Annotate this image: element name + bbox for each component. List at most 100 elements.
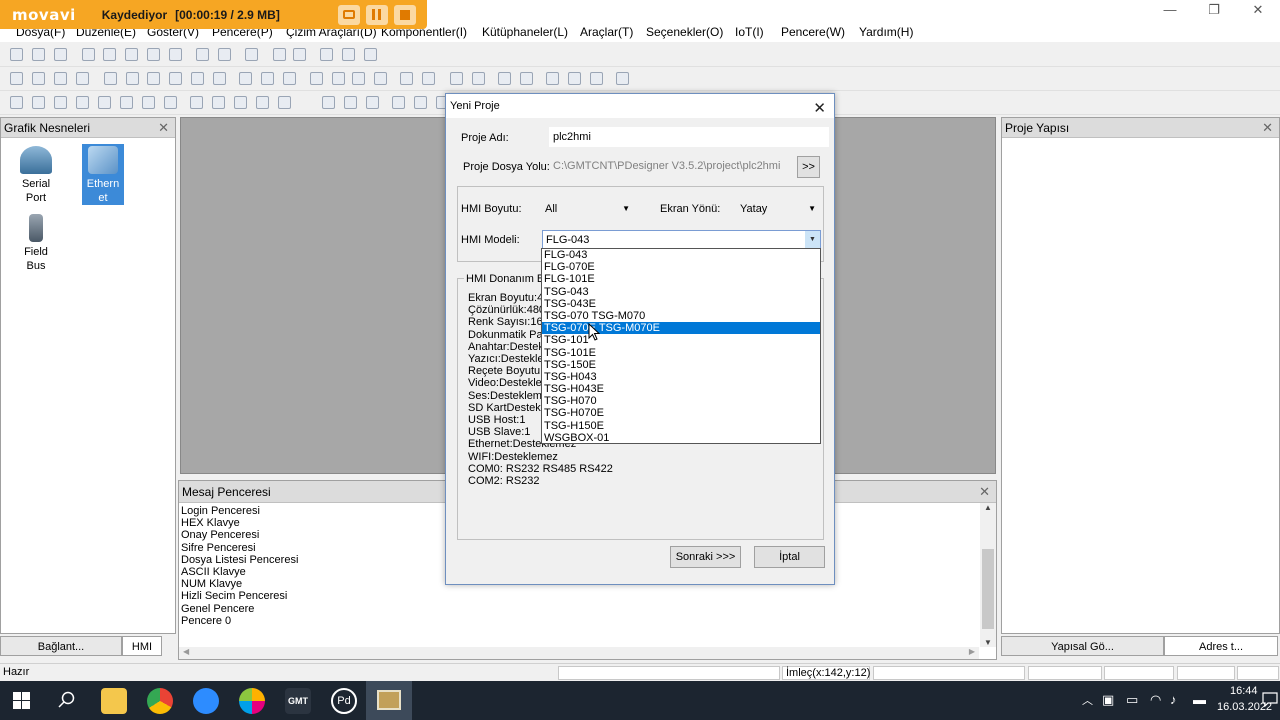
- menu-secenekler[interactable]: Seçenekler(O): [646, 25, 723, 39]
- dropdown-option[interactable]: TSG-043: [542, 286, 820, 298]
- toolbar-icon[interactable]: [82, 48, 95, 61]
- toolbar-icon[interactable]: [54, 72, 67, 85]
- toolbar-icon[interactable]: [234, 96, 247, 109]
- toolbar-icon[interactable]: [310, 72, 323, 85]
- toolbar-icon[interactable]: [392, 96, 405, 109]
- toolbar-icon[interactable]: [104, 72, 117, 85]
- pdesigner-icon[interactable]: Pd: [331, 688, 357, 714]
- gmt-app-icon[interactable]: GMT: [285, 688, 311, 714]
- browse-button[interactable]: >>: [797, 156, 820, 178]
- toolbar-icon[interactable]: [239, 72, 252, 85]
- toolbar-icon[interactable]: [256, 96, 269, 109]
- toolbar-icon[interactable]: [120, 96, 133, 109]
- battery-icon[interactable]: ▭: [1126, 692, 1138, 708]
- recorder-stop-button[interactable]: [393, 4, 416, 25]
- hmi-size-select[interactable]: All ▼: [542, 199, 634, 219]
- tab-hmi[interactable]: HMI: [122, 636, 162, 656]
- toolbar-icon[interactable]: [366, 96, 379, 109]
- menu-kutuphaneler[interactable]: Kütüphaneler(L): [482, 25, 568, 39]
- menu-yardim[interactable]: Yardım(H): [859, 25, 913, 39]
- dropdown-option[interactable]: FLG-043: [542, 249, 820, 261]
- recorder-pause-button[interactable]: [365, 4, 388, 25]
- dropdown-option[interactable]: TSG-043E: [542, 298, 820, 310]
- toolbar-icon[interactable]: [278, 96, 291, 109]
- toolbar-icon[interactable]: [590, 72, 603, 85]
- toolbar-icon[interactable]: [364, 48, 377, 61]
- toolbar-icon[interactable]: [169, 72, 182, 85]
- toolbar-icon[interactable]: [322, 96, 335, 109]
- toolbar-icon[interactable]: [283, 72, 296, 85]
- toolbar-icon[interactable]: [147, 48, 160, 61]
- dialog-close-button[interactable]: ✕: [813, 97, 826, 121]
- toolbar-icon[interactable]: [76, 72, 89, 85]
- toolbar-icon[interactable]: [520, 72, 533, 85]
- next-button[interactable]: Sonraki >>>: [670, 546, 741, 568]
- toolbar-icon[interactable]: [10, 48, 23, 61]
- toolbar-icon[interactable]: [125, 48, 138, 61]
- toolbar-icon[interactable]: [261, 72, 274, 85]
- volume-icon[interactable]: ♪: [1170, 692, 1177, 707]
- toolbar-icon[interactable]: [245, 48, 258, 61]
- horizontal-scrollbar[interactable]: ◀ ▶: [179, 647, 979, 659]
- dropdown-option[interactable]: FLG-070E: [542, 261, 820, 273]
- toolbar-icon[interactable]: [352, 72, 365, 85]
- toolbar-icon[interactable]: [400, 72, 413, 85]
- close-icon[interactable]: ✕: [979, 481, 990, 503]
- toolbar-icon[interactable]: [98, 96, 111, 109]
- hmi-model-select[interactable]: FLG-043 ▼: [542, 230, 821, 250]
- toolbar-icon[interactable]: [213, 72, 226, 85]
- toolbar-icon[interactable]: [273, 48, 286, 61]
- minimize-button[interactable]: —: [1148, 0, 1192, 22]
- tab-adres-tablosu[interactable]: Adres t...: [1164, 636, 1278, 656]
- toolbar-icon[interactable]: [54, 48, 67, 61]
- toolbar-icon[interactable]: [374, 72, 387, 85]
- dropdown-arrow-icon[interactable]: ▼: [805, 231, 820, 249]
- dropdown-option[interactable]: TSG-150E: [542, 359, 820, 371]
- toolbar-icon[interactable]: [169, 48, 182, 61]
- message-scrollbar[interactable]: ▲ ▼: [980, 503, 996, 647]
- project-path-input[interactable]: C:\GMTCNT\PDesigner V3.5.2\project\plc2h…: [549, 156, 795, 176]
- toolbar-icon[interactable]: [196, 48, 209, 61]
- toolbar-icon[interactable]: [10, 72, 23, 85]
- close-icon[interactable]: ✕: [158, 118, 169, 138]
- close-icon[interactable]: ✕: [1262, 118, 1273, 138]
- toolbar-icon[interactable]: [126, 72, 139, 85]
- toolbar-icon[interactable]: [320, 48, 333, 61]
- toolbar-icon[interactable]: [422, 72, 435, 85]
- cancel-button[interactable]: İptal: [754, 546, 825, 568]
- close-window-button[interactable]: ✕: [1236, 0, 1280, 22]
- chrome-icon[interactable]: [147, 688, 173, 714]
- chevron-up-icon[interactable]: ︿: [1082, 692, 1093, 708]
- toolbar-icon[interactable]: [32, 48, 45, 61]
- toolbar-icon[interactable]: [218, 48, 231, 61]
- recorder-camera-button[interactable]: [337, 4, 360, 25]
- toolbar-icon[interactable]: [616, 72, 629, 85]
- dropdown-option[interactable]: TSG-H043E: [542, 383, 820, 395]
- tab-baglanti[interactable]: Bağlant...: [0, 636, 122, 656]
- toolbar-icon[interactable]: [568, 72, 581, 85]
- toolbar-icon[interactable]: [32, 96, 45, 109]
- toolbar-icon[interactable]: [191, 72, 204, 85]
- serial-port-item[interactable]: Serial Port: [11, 146, 61, 205]
- toolbar-icon[interactable]: [142, 96, 155, 109]
- orientation-select[interactable]: Yatay ▼: [737, 199, 820, 219]
- toolbar-icon[interactable]: [414, 96, 427, 109]
- field-bus-item[interactable]: Field Bus: [11, 214, 61, 273]
- dropdown-option[interactable]: TSG-H070: [542, 395, 820, 407]
- menu-araclar[interactable]: Araçlar(T): [580, 25, 633, 39]
- toolbar-icon[interactable]: [293, 48, 306, 61]
- toolbar-icon[interactable]: [164, 96, 177, 109]
- menu-pencere-w[interactable]: Pencere(W): [781, 25, 845, 39]
- dropdown-option[interactable]: TSG-H043: [542, 371, 820, 383]
- toolbar-icon[interactable]: [32, 72, 45, 85]
- dropdown-option[interactable]: TSG-070E TSG-M070E: [542, 322, 820, 335]
- project-name-input[interactable]: plc2hmi: [549, 127, 829, 147]
- hmi-model-dropdown-list[interactable]: FLG-043 FLG-070E FLG-101E TSG-043 TSG-043E TS…: [541, 248, 821, 444]
- tab-yapisal-gorunum[interactable]: Yapısal Gö...: [1001, 636, 1164, 656]
- notification-icon[interactable]: [1262, 691, 1278, 710]
- toolbar-icon[interactable]: [190, 96, 203, 109]
- dropdown-option[interactable]: WSGBOX-01: [542, 432, 820, 444]
- active-app-highlight[interactable]: [366, 681, 412, 720]
- toolbar-icon[interactable]: [147, 72, 160, 85]
- windows-start-icon[interactable]: [13, 692, 30, 712]
